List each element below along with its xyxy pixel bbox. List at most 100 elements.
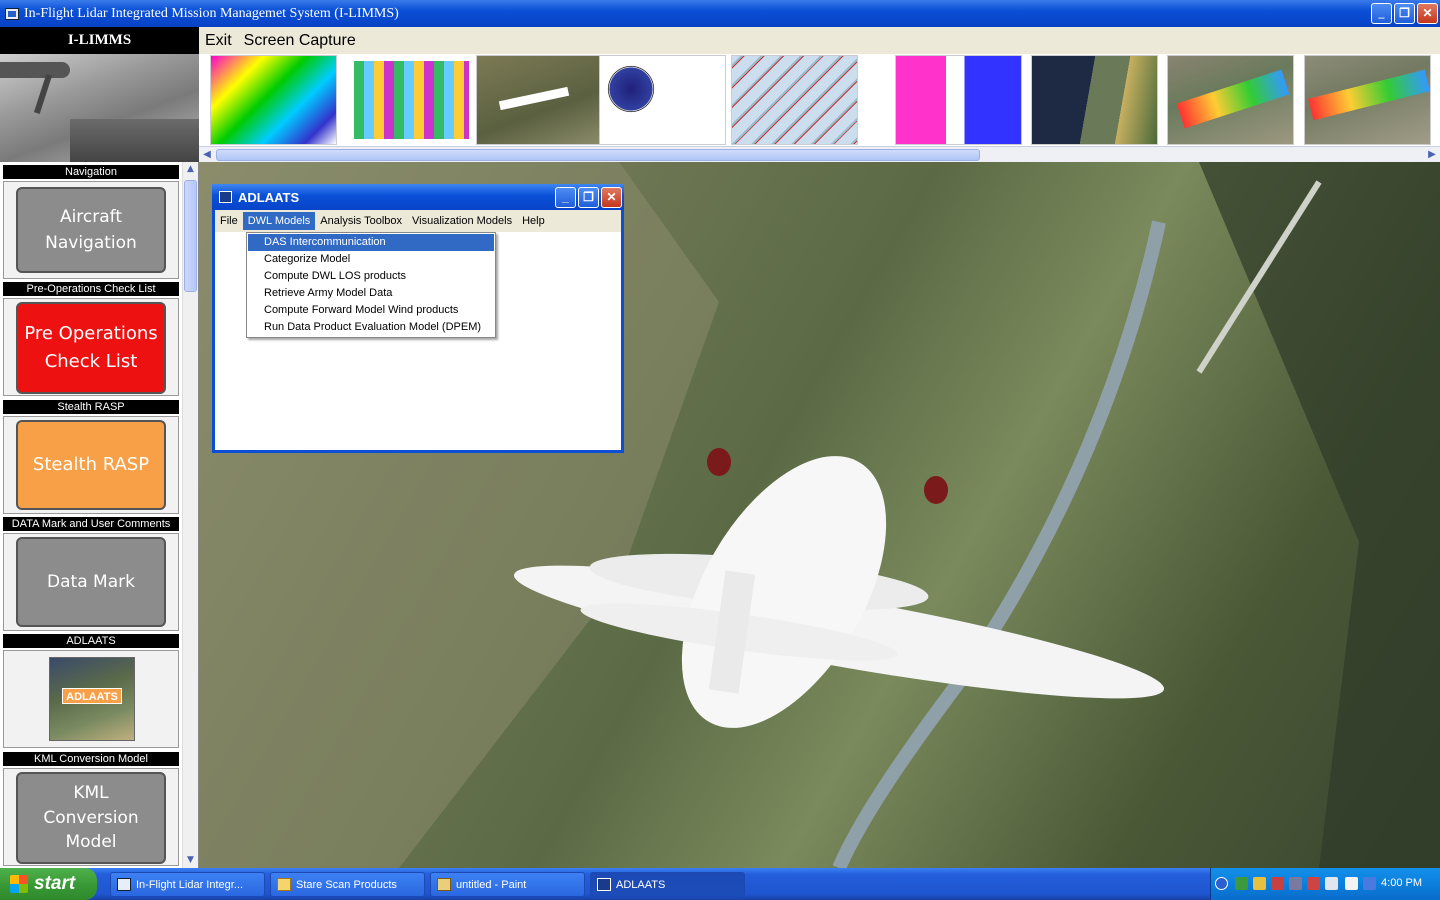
thumb-3d-wind-curtain-2[interactable] [1304,55,1431,145]
adlaats-icon [219,191,232,203]
section-label-navigation: Navigation [3,165,179,179]
menu-item-das-intercommunication[interactable]: DAS Intercommunication [248,234,494,251]
thumb-wind-curtain-icon [1308,69,1430,121]
card-stealth-rasp: Stealth RASP [3,416,179,514]
task-paint[interactable]: untitled - Paint [430,872,585,897]
task-label: ADLAATS [616,878,666,891]
thumb-wind-curtain-icon [1176,69,1290,129]
tray-app-icon[interactable] [1345,877,1358,890]
tray-network-icon[interactable] [1235,877,1248,890]
menu-item-compute-forward-model[interactable]: Compute Forward Model Wind products [248,302,494,319]
tray-expand-icon[interactable] [1215,877,1228,890]
folder-icon [277,878,291,891]
adlaats-launch-button[interactable]: ADLAATS [49,657,135,741]
scroll-down-icon[interactable]: ▼ [183,853,198,868]
start-label: start [34,873,76,894]
brand-photo [0,54,199,162]
thumb-color-grid-chart[interactable] [348,55,475,145]
adlaats-menu-analysis-toolbox[interactable]: Analysis Toolbox [315,212,407,230]
section-label-kml: KML Conversion Model [3,752,179,766]
section-label-stealth-rasp: Stealth RASP [3,400,179,414]
thumb-aircraft-icon [498,86,570,111]
task-stare-scan[interactable]: Stare Scan Products [270,872,425,897]
card-pre-ops: Pre Operations Check List [3,298,179,396]
task-ilimms[interactable]: In-Flight Lidar Integr... [110,872,265,897]
clock: 4:00 PM [1381,877,1422,889]
adlaats-maximize-button[interactable]: ❐ [578,186,599,208]
kml-conversion-model-button[interactable]: KML Conversion Model [16,772,166,864]
menu-exit[interactable]: Exit [199,32,238,50]
tray-volume-icon[interactable] [1253,877,1266,890]
left-panel-scrollbar[interactable]: ▲ ▼ [182,162,198,868]
thumb-polar-scan-plot[interactable] [599,55,726,145]
menu-item-compute-dwl-los[interactable]: Compute DWL LOS products [248,268,494,285]
card-data-mark: Data Mark [3,533,179,631]
adlaats-menu-help[interactable]: Help [517,212,550,230]
app-icon [5,7,19,20]
task-label: untitled - Paint [456,878,527,891]
menu-screen-capture[interactable]: Screen Capture [238,32,362,50]
adlaats-menu-file[interactable]: File [215,212,243,230]
adlaats-title: ADLAATS [238,189,300,205]
thumb-wind-profile-plot[interactable] [210,55,337,145]
adlaats-menu-dwl-models[interactable]: DWL Models [242,212,316,230]
windows-flag-icon [10,875,28,893]
stealth-rasp-button[interactable]: Stealth RASP [16,420,166,510]
section-label-adlaats: ADLAATS [3,634,179,648]
menu-item-retrieve-army-model[interactable]: Retrieve Army Model Data [248,285,494,302]
window-title: In-Flight Lidar Integrated Mission Manag… [24,5,399,21]
main-menubar: Exit Screen Capture [199,27,1440,54]
adlaats-menubar: File DWL Models Analysis Toolbox Visuali… [215,210,621,232]
adlaats-minimize-button[interactable]: _ [555,186,576,208]
paint-icon [437,878,451,891]
title-bar: In-Flight Lidar Integrated Mission Manag… [0,0,1440,27]
brand-label: I-LIMMS [0,27,199,54]
menu-item-run-dpem[interactable]: Run Data Product Evaluation Model (DPEM) [248,319,494,336]
task-label: Stare Scan Products [296,878,397,891]
card-navigation: Aircraft Navigation [3,181,179,279]
adlaats-close-button[interactable]: ✕ [601,186,622,208]
card-kml: KML Conversion Model [3,768,179,866]
taskbar: start In-Flight Lidar Integr... Stare Sc… [0,868,1440,900]
thumb-3d-wind-curtain-1[interactable] [1167,55,1294,145]
adlaats-menu-visualization-models[interactable]: Visualization Models [407,212,517,230]
scroll-thumb[interactable] [184,180,197,292]
minimize-button[interactable]: _ [1371,3,1392,24]
thumbnail-scrollbar[interactable]: ◀ ▶ [199,146,1440,162]
card-adlaats: ADLAATS [3,650,179,748]
thumb-polar-icon [606,64,656,114]
thumb-lidar-scan-panels[interactable] [895,55,1022,145]
tray-security-icon[interactable] [1271,877,1284,890]
adlaats-icon [597,878,611,891]
scroll-thumb[interactable] [216,149,980,161]
start-button[interactable]: start [0,868,97,900]
photo-ground [70,119,199,162]
thumbnail-strip [199,54,1440,146]
scroll-right-icon[interactable]: ▶ [1424,147,1440,163]
aircraft-navigation-button[interactable]: Aircraft Navigation [16,187,166,273]
system-tray: 4:00 PM [1210,868,1440,900]
task-label: In-Flight Lidar Integr... [136,878,243,891]
menu-item-categorize-model[interactable]: Categorize Model [248,251,494,268]
restore-button[interactable]: ❐ [1394,3,1415,24]
section-label-data-mark: DATA Mark and User Comments [3,517,179,531]
data-mark-button[interactable]: Data Mark [16,537,166,627]
adlaats-logo-text: ADLAATS [62,688,122,704]
thumb-3d-wind-over-lake[interactable] [1031,55,1158,145]
task-adlaats[interactable]: ADLAATS [590,872,745,897]
tray-printer-icon[interactable] [1325,877,1338,890]
thumb-map-flight-tracks[interactable] [731,55,858,145]
scroll-left-icon[interactable]: ◀ [199,147,215,163]
tray-alert-icon[interactable] [1307,877,1320,890]
tray-bluetooth-icon[interactable] [1363,877,1376,890]
tray-device-icon[interactable] [1289,877,1302,890]
pre-operations-check-list-button[interactable]: Pre Operations Check List [16,302,166,394]
adlaats-title-bar: ADLAATS _ ❐ ✕ [212,184,624,210]
photo-wing [0,62,70,78]
thumb-aircraft-photo[interactable] [476,55,603,145]
left-tool-panel: Navigation Aircraft Navigation Pre-Opera… [0,162,199,868]
section-label-pre-ops: Pre-Operations Check List [3,282,179,296]
scroll-up-icon[interactable]: ▲ [183,162,198,177]
photo-strut [33,74,53,114]
close-button[interactable]: ✕ [1417,3,1438,24]
